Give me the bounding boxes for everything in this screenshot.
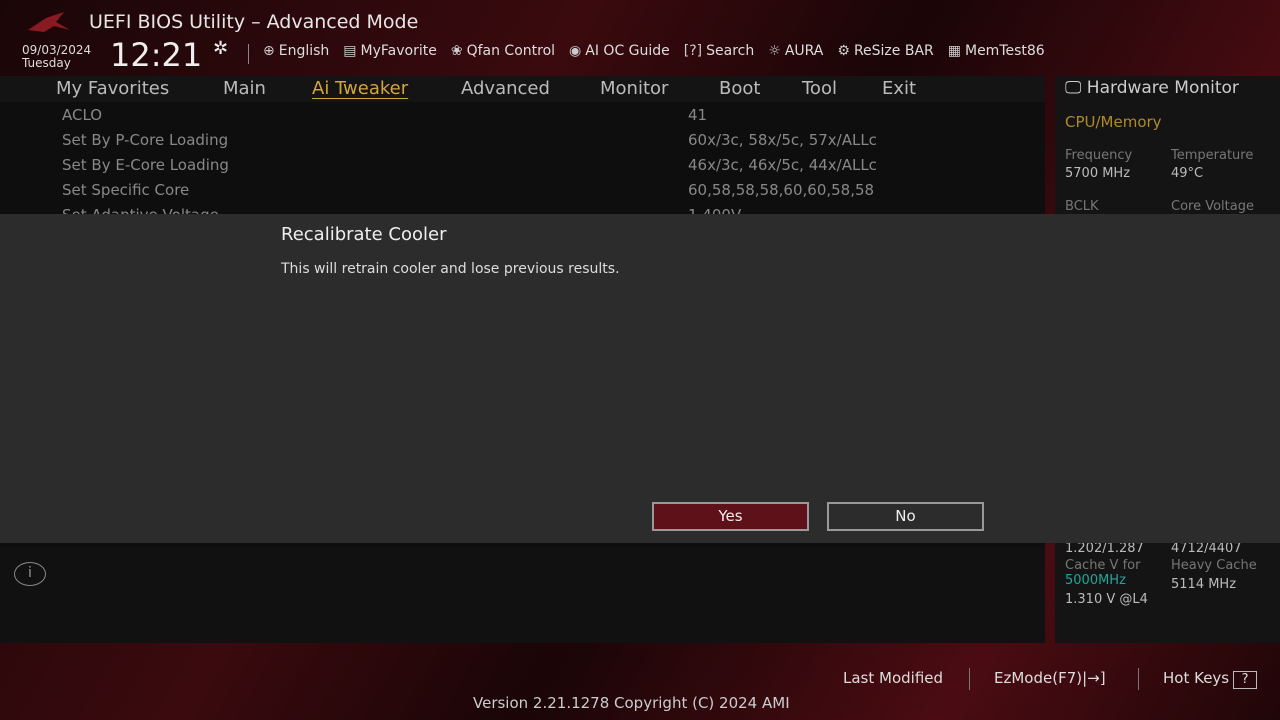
toolbar-english[interactable]: ⊕ English: [263, 43, 329, 59]
info-icon: i: [14, 562, 46, 586]
ezmode-button[interactable]: EzMode(F7)|→]: [994, 669, 1106, 687]
exit-arrow-icon: →]: [1087, 669, 1106, 687]
toolbar-resize-bar[interactable]: ⚙ ReSize BAR: [837, 43, 933, 59]
core-voltage-label: Core Voltage: [1171, 199, 1254, 214]
question-icon: ?: [1233, 671, 1258, 689]
voltage-value: 1.202/1.287: [1065, 541, 1144, 556]
recalibrate-dialog: Recalibrate Cooler This will retrain coo…: [0, 214, 1280, 543]
cache-label: Cache V for: [1065, 558, 1141, 573]
label: ReSize BAR: [853, 43, 934, 59]
freq-label: Frequency: [1065, 148, 1133, 163]
dialog-title: Recalibrate Cooler: [281, 224, 447, 245]
hw-title: 🖵 Hardware Monitor: [1065, 78, 1239, 98]
label: AURA: [784, 43, 824, 59]
hotkeys-label: Hot Keys: [1163, 669, 1230, 687]
label: MemTest86: [964, 43, 1045, 59]
label: English: [278, 43, 330, 59]
toolbar-memtest[interactable]: ▦ MemTest86: [948, 43, 1045, 59]
ai-chip-icon: ◉: [569, 43, 582, 59]
toolbar-aura[interactable]: ☼ AURA: [768, 43, 823, 59]
hw-category: CPU/Memory: [1065, 113, 1162, 131]
label: Qfan Control: [466, 43, 556, 59]
bclk-label: BCLK: [1065, 199, 1099, 214]
temp-label: Temperature: [1171, 148, 1254, 163]
main-nav: My Favorites Main Ai Tweaker Advanced Mo…: [0, 76, 1045, 102]
label: Search: [706, 43, 755, 59]
toolbar-search[interactable]: [?] Search: [684, 43, 754, 59]
memory-icon: ▦: [947, 43, 961, 59]
toolbar-myfavorite[interactable]: ▤ MyFavorite: [343, 43, 437, 59]
help-panel: i: [0, 547, 1045, 643]
setting-value: 60,58,58,58,60,60,58,58: [688, 181, 875, 199]
tab-main[interactable]: Main: [223, 76, 266, 99]
tab-advanced[interactable]: Advanced: [461, 76, 550, 99]
hot-keys-button[interactable]: Hot Keys?: [1163, 669, 1258, 689]
header: UEFI BIOS Utility – Advanced Mode 09/03/…: [0, 0, 1280, 76]
setting-label[interactable]: Set Specific Core: [62, 181, 189, 199]
version-text: Version 2.21.1278 Copyright (C) 2024 AMI: [473, 694, 790, 712]
tab-my-favorites[interactable]: My Favorites: [56, 76, 169, 99]
tab-boot[interactable]: Boot: [719, 76, 760, 99]
tab-tool[interactable]: Tool: [802, 76, 837, 99]
favorite-icon: ▤: [343, 43, 357, 59]
divider: [1138, 668, 1139, 690]
temp-value: 49°C: [1171, 166, 1204, 181]
dialog-message: This will retrain cooler and lose previo…: [281, 261, 620, 277]
tab-exit[interactable]: Exit: [882, 76, 916, 99]
toolbar: ⊕ English ▤ MyFavorite ❀ Qfan Control ◉ AI O…: [263, 43, 1045, 59]
cache-voltage: 1.310 V @L4: [1065, 592, 1148, 607]
divider: [969, 668, 970, 690]
gear-icon[interactable]: ✲: [213, 38, 228, 59]
no-button[interactable]: No: [827, 502, 984, 531]
day: Tuesday: [22, 56, 71, 70]
hw-title-text: Hardware Monitor: [1086, 78, 1239, 98]
toolbar-ai-oc-guide[interactable]: ◉ AI OC Guide: [569, 43, 670, 59]
clock: 12:21: [110, 36, 203, 74]
ratio-value: 4712/4407: [1171, 541, 1242, 556]
rog-logo-icon: [28, 12, 70, 32]
fan-icon: ❀: [450, 43, 463, 59]
label: AI OC Guide: [585, 43, 670, 59]
heavy-cache-label: Heavy Cache: [1171, 558, 1257, 573]
monitor-icon: 🖵: [1065, 78, 1082, 98]
question-icon: [?]: [683, 43, 703, 59]
resize-bar-icon: ⚙: [837, 43, 850, 59]
setting-label[interactable]: Set By P-Core Loading: [62, 131, 228, 149]
setting-label[interactable]: Set By E-Core Loading: [62, 156, 229, 174]
freq-value: 5700 MHz: [1065, 166, 1131, 181]
tab-monitor[interactable]: Monitor: [600, 76, 668, 99]
heavy-cache-value: 5114 MHz: [1171, 577, 1237, 592]
aura-icon: ☼: [768, 43, 781, 59]
cache-freq: 5000MHz: [1065, 573, 1126, 588]
tab-ai-tweaker[interactable]: Ai Tweaker: [312, 76, 408, 99]
divider: [248, 44, 249, 64]
yes-button[interactable]: Yes: [652, 502, 809, 531]
app-title: UEFI BIOS Utility – Advanced Mode: [89, 11, 419, 33]
globe-icon: ⊕: [263, 43, 275, 59]
last-modified-button[interactable]: Last Modified: [843, 669, 943, 687]
footer: Last Modified EzMode(F7)|→] Hot Keys? Ve…: [0, 643, 1280, 720]
setting-value: 41: [688, 106, 708, 124]
toolbar-qfan[interactable]: ❀ Qfan Control: [451, 43, 555, 59]
ezmode-label: EzMode(F7)|: [994, 669, 1088, 687]
setting-label[interactable]: ACLO: [62, 106, 102, 124]
date-display: 09/03/2024 Tuesday: [22, 44, 91, 70]
setting-value: 60x/3c, 58x/5c, 57x/ALLc: [688, 131, 877, 149]
setting-value: 46x/3c, 46x/5c, 44x/ALLc: [688, 156, 877, 174]
label: MyFavorite: [360, 43, 437, 59]
